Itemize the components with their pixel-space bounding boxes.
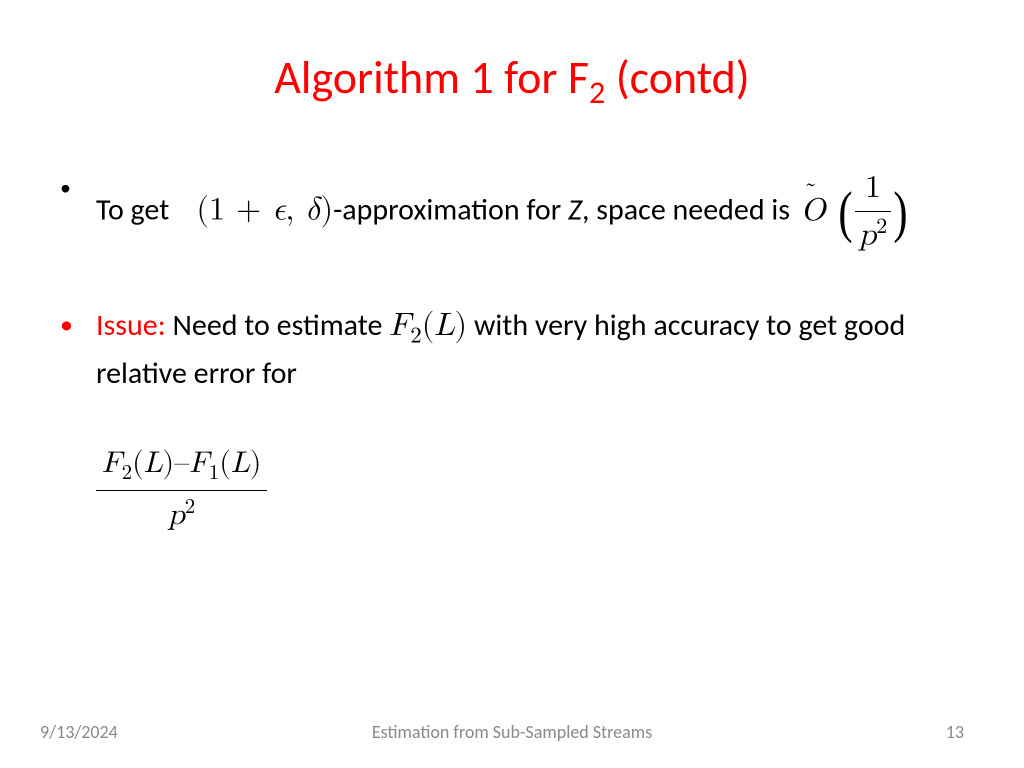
- fraction-numerator: 1: [861, 167, 885, 211]
- bullet-1-text-3: , space needed is: [582, 192, 790, 229]
- big-o-tilde: O ˜ ( 1 p2 ): [801, 196, 910, 227]
- z-variable: Z: [568, 192, 582, 229]
- fraction-denominator: p2: [855, 211, 892, 259]
- slide-title: Algorithm 1 for F2 (contd): [60, 50, 964, 112]
- footer-title: Estimation from Sub-Sampled Streams: [0, 721, 1024, 743]
- bullet-2-text-1: Need to estimate: [166, 307, 389, 344]
- paren-group: ( 1 p2 ): [836, 167, 910, 259]
- slide-body: • To get (1 + ϵ, δ)-approximation for Z,…: [60, 167, 964, 538]
- relative-error-denominator: p2: [96, 490, 267, 538]
- approx-math: (1 + ϵ, δ): [196, 195, 333, 227]
- bullet-1-text-2: -approximation for: [333, 192, 568, 229]
- bullet-1-content: To get (1 + ϵ, δ)-approximation for Z, s…: [96, 167, 964, 259]
- bullet-2: • Issue: Need to estimate F2(L) with ver…: [60, 304, 964, 395]
- slide-footer: 9/13/2024 Estimation from Sub-Sampled St…: [0, 721, 1024, 743]
- title-subscript: 2: [589, 72, 605, 112]
- left-paren: (: [838, 185, 852, 242]
- slide: Algorithm 1 for F2 (contd) • To get (1 +…: [0, 0, 1024, 768]
- right-paren: ): [894, 185, 908, 242]
- relative-error-fraction: F2(L)–F1(L) p2: [96, 440, 267, 538]
- bullet-dot: •: [60, 167, 96, 259]
- bullet-1: • To get (1 + ϵ, δ)-approximation for Z,…: [60, 167, 964, 259]
- relative-error-numerator: F2(L)–F1(L): [96, 440, 267, 490]
- o-tilde-mark: ˜: [804, 175, 817, 212]
- title-post: (contd): [605, 50, 749, 106]
- bullet-dot-red: •: [60, 304, 96, 395]
- title-pre: Algorithm 1 for F: [274, 50, 589, 106]
- o-tilde-symbol: O ˜: [801, 190, 826, 234]
- f2-of-l: F2(L): [389, 310, 467, 342]
- fraction-1-over-p2: 1 p2: [855, 167, 892, 259]
- bullet-2-content: Issue: Need to estimate F2(L) with very …: [96, 304, 964, 395]
- issue-label: Issue:: [96, 307, 166, 344]
- bullet-1-text-1: To get: [96, 192, 169, 229]
